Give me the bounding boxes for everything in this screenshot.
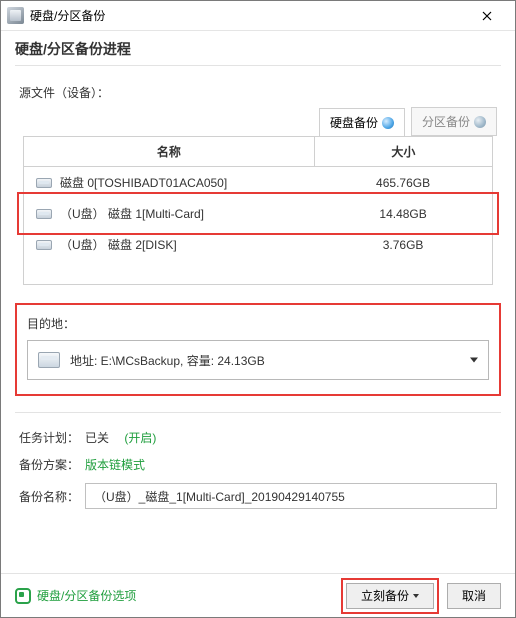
disk-grid-panel: 名称 大小 磁盘 0[TOSHIBADT01ACA050] 465.76GB （… [23, 136, 493, 285]
close-icon [482, 11, 492, 21]
close-button[interactable] [467, 3, 507, 29]
backup-name-input[interactable] [85, 483, 497, 509]
disc-icon [474, 116, 486, 128]
tab-disk-backup-label: 硬盘备份 [330, 114, 378, 131]
footer: 硬盘/分区备份选项 立刻备份 取消 [1, 573, 515, 617]
disk-grid: 名称 大小 磁盘 0[TOSHIBADT01ACA050] 465.76GB （… [24, 137, 492, 284]
disk-size: 465.76GB [314, 167, 492, 199]
chevron-down-icon [470, 358, 478, 363]
disk-name: 磁盘 0[TOSHIBADT01ACA050] [60, 174, 227, 191]
schedule-toggle-link[interactable]: (开启) [124, 429, 156, 446]
disk-icon [36, 178, 52, 188]
backup-now-button[interactable]: 立刻备份 [346, 583, 434, 609]
disc-icon [382, 117, 394, 129]
schedule-label: 任务计划： [19, 429, 79, 446]
destination-select[interactable]: 地址: E:\MCsBackup, 容量: 24.13GB [27, 340, 489, 380]
source-label: 源文件（设备）： [19, 84, 497, 101]
grid-empty-space [24, 260, 492, 284]
schedule-row: 任务计划： 已关 (开启) [19, 429, 497, 446]
tab-partition-backup[interactable]: 分区备份 [411, 107, 497, 136]
chevron-down-icon [413, 594, 419, 598]
col-header-name[interactable]: 名称 [24, 137, 314, 167]
disk-size: 3.76GB [314, 229, 492, 260]
options-icon [15, 588, 31, 604]
col-header-size[interactable]: 大小 [314, 137, 492, 167]
tab-partition-backup-label: 分区备份 [422, 113, 470, 130]
disk-icon [36, 209, 52, 219]
backup-options-label: 硬盘/分区备份选项 [37, 587, 136, 604]
cancel-button[interactable]: 取消 [447, 583, 501, 609]
disk-icon [36, 240, 52, 250]
scheme-link[interactable]: 版本链模式 [85, 456, 145, 473]
destination-section: 目的地： 地址: E:\MCsBackup, 容量: 24.13GB [15, 303, 501, 396]
schedule-status: 已关 [85, 429, 109, 446]
disk-size: 14.48GB [314, 198, 492, 229]
table-row[interactable]: 磁盘 0[TOSHIBADT01ACA050] 465.76GB [24, 167, 492, 199]
table-row[interactable]: （U盘） 磁盘 1[Multi-Card] 14.48GB [24, 198, 492, 229]
drive-icon [38, 352, 60, 368]
app-icon [7, 7, 24, 24]
backup-name-label: 备份名称： [19, 488, 79, 505]
destination-label: 目的地： [27, 315, 489, 332]
disk-name: （U盘） 磁盘 2[DISK] [60, 236, 177, 253]
disk-name: （U盘） 磁盘 1[Multi-Card] [60, 205, 204, 222]
window-title: 硬盘/分区备份 [30, 7, 467, 24]
backup-options-link[interactable]: 硬盘/分区备份选项 [15, 587, 136, 604]
tab-disk-backup[interactable]: 硬盘备份 [319, 108, 405, 137]
table-row[interactable]: （U盘） 磁盘 2[DISK] 3.76GB [24, 229, 492, 260]
tabs: 硬盘备份 分区备份 [19, 107, 497, 136]
scheme-label: 备份方案： [19, 456, 79, 473]
scheme-row: 备份方案： 版本链模式 [19, 456, 497, 473]
primary-highlight: 立刻备份 [341, 578, 439, 614]
destination-value: 地址: E:\MCsBackup, 容量: 24.13GB [70, 352, 265, 369]
backup-name-row: 备份名称： [19, 483, 497, 509]
title-bar: 硬盘/分区备份 [1, 1, 515, 31]
cancel-label: 取消 [462, 587, 486, 604]
backup-now-label: 立刻备份 [361, 587, 409, 604]
section-header: 硬盘/分区备份进程 [1, 31, 515, 59]
